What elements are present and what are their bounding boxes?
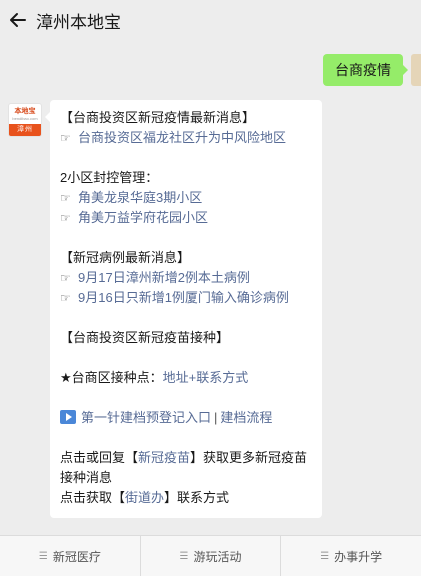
news-link-item[interactable]: ☞ 角美龙泉华庭3期小区 [60,188,312,208]
incoming-message: 【台商投资区新冠疫情最新消息】 ☞ 台商投资区福龙社区升为中风险地区 2小区封控管… [45,100,322,518]
section-heading: 2小区封控管理： [60,170,159,185]
avatar-logo: 本地宝 [14,107,36,115]
pointing-hand-icon: ☞ [60,191,71,205]
chat-header: 漳州本地宝 [0,0,421,40]
news-link[interactable]: 角美龙泉华庭3期小区 [78,190,202,205]
reply-hint: 点击或回复【新冠疫苗】获取更多新冠疫苗接种消息 [60,448,312,488]
news-link-item[interactable]: ☞ 角美万益学府花园小区 [60,208,312,228]
news-link-item[interactable]: ☞ 9月17日漳州新增2例本土病例 [60,268,312,288]
section-heading: 【新冠病例最新消息】 [60,250,191,265]
menu-icon: ☰ [179,550,189,562]
news-link-item[interactable]: ☞ 台商投资区福龙社区升为中风险地区 [60,128,312,148]
arrow-left-icon [10,13,26,27]
vaccination-point: ★台商区接种点：地址+联系方式 [60,368,312,388]
address-contact-link[interactable]: 地址+联系方式 [163,370,249,385]
street-office-link[interactable]: 街道办 [125,490,164,505]
back-button[interactable] [0,0,36,40]
section-heading: 【台商投资区新冠疫苗接种】 [60,330,230,345]
outgoing-bubble[interactable]: 台商疫情 [323,54,408,86]
registration-link[interactable]: 第一针建档预登记入口 [81,410,211,425]
pointing-hand-icon: ☞ [60,291,71,305]
menu-label: 新冠医疗 [52,549,101,564]
news-link[interactable]: 台商投资区福龙社区升为中风险地区 [78,130,286,145]
pointing-hand-icon: ☞ [60,271,71,285]
process-link[interactable]: 建档流程 [220,410,272,425]
registration-row: 第一针建档预登记入口 | 建档流程 [60,408,312,428]
vaccine-keyword-link[interactable]: 新冠疫苗 [138,450,190,465]
avatar-city: 漳州 [9,124,41,136]
vaccination-point-label: ★台商区接种点： [60,370,163,385]
account-avatar[interactable]: 本地宝 bendibao.com 漳州 [8,103,42,137]
news-link[interactable]: 9月16日只新增1例厦门输入确诊病例 [78,290,289,305]
avatar-logo-sub: bendibao.com [12,115,38,121]
menu-activities[interactable]: ☰ 游玩活动 [141,536,282,576]
chat-title: 漳州本地宝 [36,12,121,32]
contact-hint: 点击获取【街道办】联系方式 [60,488,312,508]
menu-label: 游玩活动 [193,549,242,564]
menu-label: 办事升学 [334,549,383,564]
separator: | [214,410,218,425]
reply-hint-prefix: 点击或回复【 [60,450,139,465]
news-link-item[interactable]: ☞ 9月16日只新增1例厦门输入确诊病例 [60,288,312,308]
news-link[interactable]: 9月17日漳州新增2例本土病例 [78,270,250,285]
user-avatar[interactable] [411,54,421,86]
menu-icon: ☰ [38,550,48,562]
menu-services[interactable]: ☰ 办事升学 [281,536,421,576]
menu-covid-medical[interactable]: ☰ 新冠医疗 [0,536,141,576]
outgoing-message: 台商疫情 [323,54,421,86]
contact-hint-prefix: 点击获取【 [60,490,126,505]
bottom-menu: ☰ 新冠医疗 ☰ 游玩活动 ☰ 办事升学 [0,535,421,576]
section-heading: 【台商投资区新冠疫情最新消息】 [60,110,256,125]
contact-hint-suffix: 】联系方式 [164,490,230,505]
pointing-hand-icon: ☞ [60,211,71,225]
play-icon [60,410,76,424]
news-link[interactable]: 角美万益学府花园小区 [78,210,208,225]
menu-icon: ☰ [320,550,330,562]
pointing-hand-icon: ☞ [60,131,71,145]
